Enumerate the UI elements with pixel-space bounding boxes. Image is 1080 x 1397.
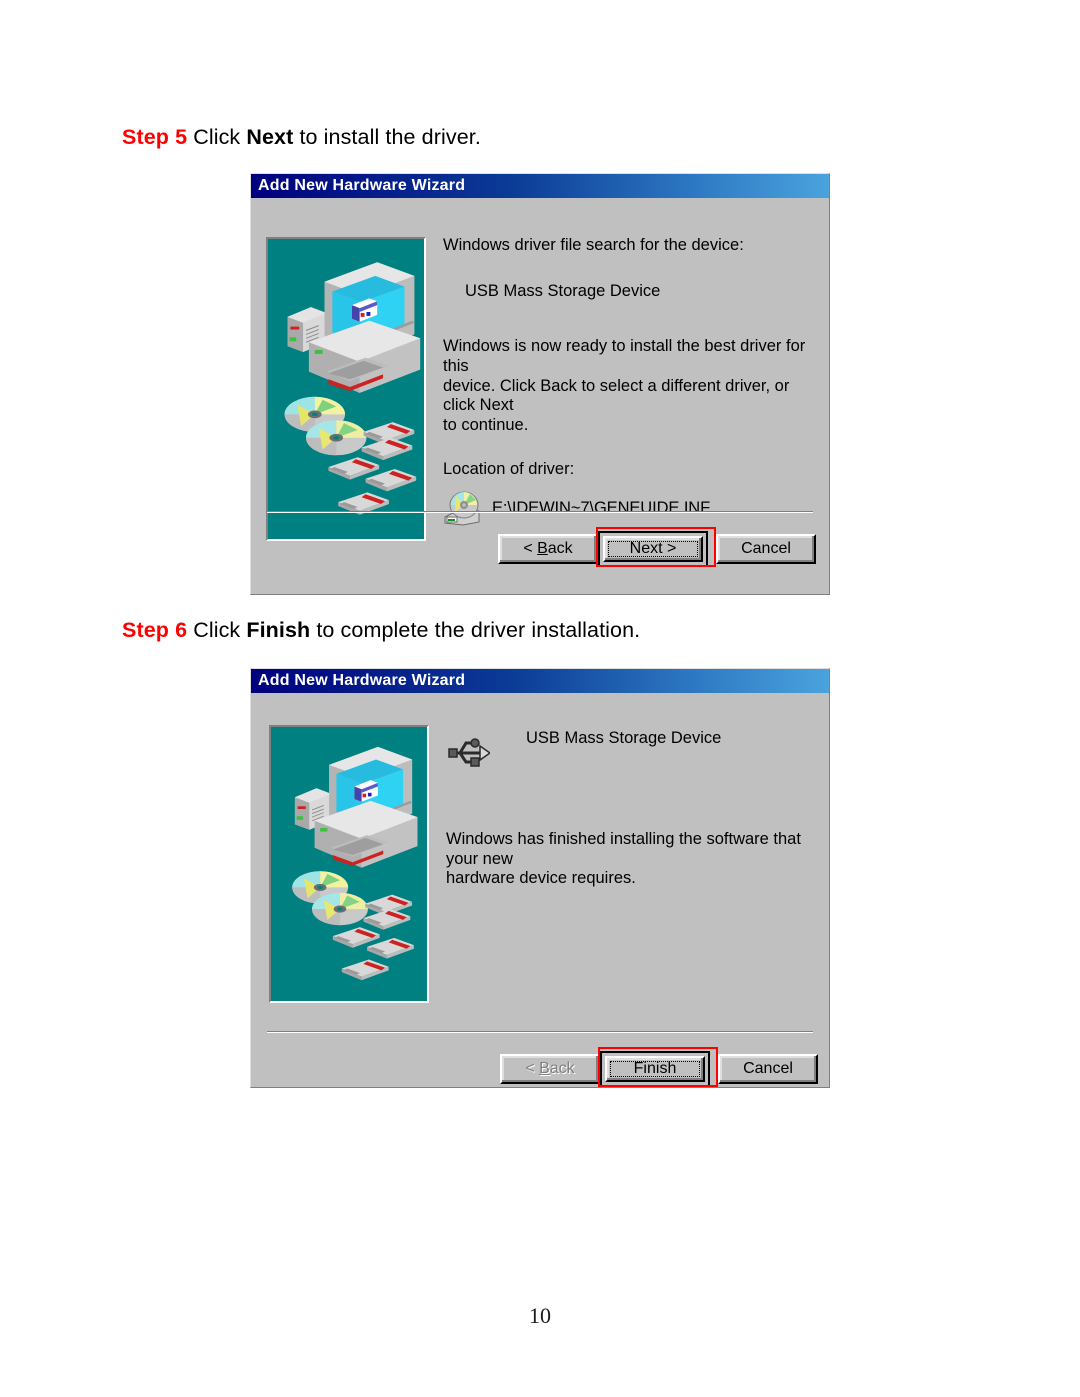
ready-text-line-3: to continue. — [443, 415, 529, 434]
next-button[interactable]: Next > — [603, 536, 703, 562]
cancel-button[interactable]: Cancel — [716, 534, 816, 564]
ready-text-line-1: Windows is now ready to install the best… — [443, 337, 806, 375]
driver-path-value: E:\IDEWIN~7\GENEUIDE.INF — [492, 499, 711, 518]
dialog-body-next: Windows driver file search for the devic… — [251, 198, 829, 594]
titlebar-title: Add New Hardware Wizard — [258, 177, 466, 194]
step-6-text-after: to complete the driver installation. — [310, 618, 641, 642]
add-new-hardware-wizard-dialog-next: Add New Hardware Wizard Windows driver f… — [250, 173, 830, 595]
step-5-emphasis: Next — [246, 125, 294, 149]
step-5-heading: Step 5 Click Next to install the driver. — [122, 125, 481, 150]
dialog-next-content: Windows driver file search for the devic… — [443, 236, 815, 527]
cancel-button-finish-label: Cancel — [743, 1060, 793, 1077]
ready-text-line-2: device. Click Back to select a different… — [443, 376, 790, 415]
wizard-artwork-panel — [266, 237, 426, 541]
finish-button-default-frame: Finish — [600, 1051, 710, 1087]
step-6-emphasis: Finish — [246, 618, 311, 642]
back-button[interactable]: < Back — [498, 534, 598, 564]
cd-disc-graphic-finish-2 — [312, 892, 368, 926]
finished-text-line-2: hardware device requires. — [446, 869, 636, 888]
step-6-text-before: Click — [187, 618, 247, 642]
back-button-label: < Back — [523, 540, 573, 557]
computer-media-illustration-finish — [276, 727, 422, 1001]
cancel-button-finish[interactable]: Cancel — [718, 1054, 818, 1084]
device-name-finish: USB Mass Storage Device — [526, 729, 722, 747]
cancel-button-label: Cancel — [741, 540, 791, 557]
add-new-hardware-wizard-dialog-finish: Add New Hardware Wizard USB Mass Storage… — [250, 668, 830, 1088]
step-5-label: Step 5 — [122, 125, 188, 149]
dialog-finish-button-row: < Back Finish Cancel — [500, 1051, 818, 1087]
dialog-finish-content: USB Mass Storage Device Windows has fini… — [446, 729, 818, 889]
step-6-heading: Step 6 Click Finish to complete the driv… — [122, 618, 640, 643]
usb-icon — [446, 733, 492, 767]
cd-disc-graphic-2 — [306, 420, 367, 456]
location-of-driver-label: Location of driver: — [443, 460, 575, 479]
finish-button[interactable]: Finish — [605, 1056, 705, 1082]
titlebar-finish: Add New Hardware Wizard — [251, 669, 829, 693]
back-button-finish-label: < Back — [525, 1060, 575, 1077]
wizard-artwork-panel-finish — [269, 725, 429, 1003]
finish-device-row: USB Mass Storage Device — [446, 729, 818, 767]
titlebar-next: Add New Hardware Wizard — [251, 174, 829, 198]
titlebar-title-finish: Add New Hardware Wizard — [258, 672, 466, 689]
button-separator — [267, 511, 813, 513]
finished-text-line-1: Windows has finished installing the soft… — [446, 830, 801, 868]
device-name-next: USB Mass Storage Device — [465, 281, 661, 300]
driver-search-label: Windows driver file search for the devic… — [443, 236, 744, 254]
dialog-next-button-row: < Back Next > Cancel — [498, 531, 816, 567]
page-number: 10 — [529, 1303, 551, 1328]
dialog-body-finish: USB Mass Storage Device Windows has fini… — [251, 693, 829, 1087]
next-button-default-frame: Next > — [598, 531, 708, 567]
back-button-finish[interactable]: < Back — [500, 1054, 600, 1084]
step-6-label: Step 6 — [122, 618, 188, 642]
button-separator-finish — [267, 1031, 813, 1033]
step-5-text-after: to install the driver. — [293, 125, 481, 149]
cdrom-drive-icon — [443, 491, 483, 527]
computer-media-illustration — [268, 240, 424, 538]
driver-location-row: E:\IDEWIN~7\GENEUIDE.INF — [443, 491, 815, 527]
step-5-text-before: Click — [187, 125, 247, 149]
